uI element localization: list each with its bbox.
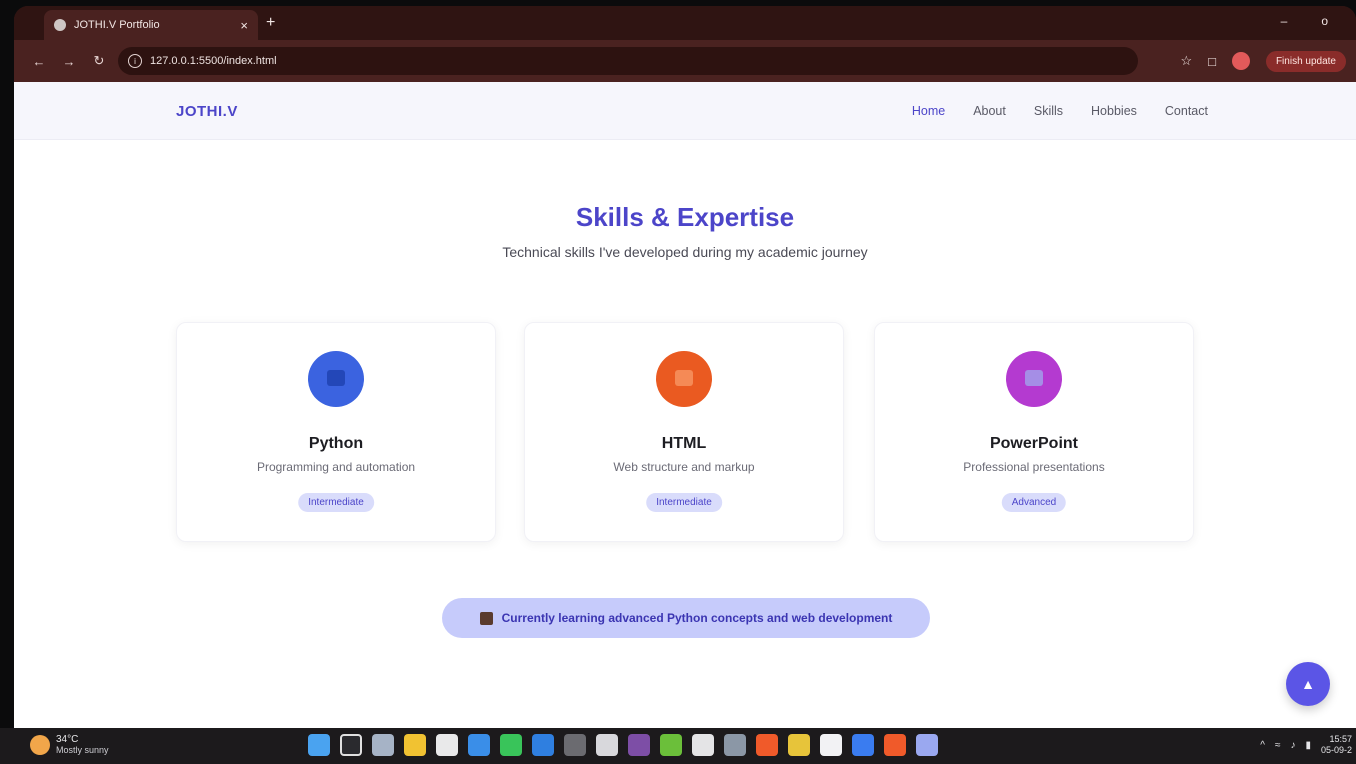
maximize-button[interactable]: o [1321, 14, 1328, 28]
brave-icon[interactable] [756, 734, 778, 756]
date: 05-09-2 [1320, 745, 1352, 755]
skill-card-powerpoint: PowerPoint Professional presentations Ad… [874, 322, 1194, 542]
skill-level-badge: Intermediate [298, 493, 374, 512]
app-icon[interactable] [468, 734, 490, 756]
notepad-icon[interactable] [852, 734, 874, 756]
forward-arrow-icon[interactable]: → [54, 54, 84, 69]
learning-banner: Currently learning advanced Python conce… [442, 598, 930, 638]
app-icon[interactable] [564, 734, 586, 756]
python-icon [308, 351, 364, 407]
site-logo[interactable]: JOTHI.V [176, 103, 238, 120]
app-icon[interactable] [692, 734, 714, 756]
learning-text: Currently learning advanced Python conce… [501, 611, 893, 625]
extensions-icon[interactable]: □ [1208, 54, 1216, 69]
tab-title: JOTHI.V Portfolio [74, 19, 160, 31]
skills-subtitle: Technical skills I've developed during m… [502, 244, 868, 260]
site-navbar: JOTHI.V Home About Skills Hobbies Contac… [14, 82, 1356, 140]
nav-contact[interactable]: Contact [1165, 104, 1208, 118]
chevron-up-icon: ▲ [1301, 676, 1315, 692]
system-tray: ^ ≈ ♪ ▮ 15:57 05-09-2 [1260, 734, 1352, 756]
browser-window: JOTHI.V Portfolio × + – o ← → ↻ i 127.0.… [14, 6, 1356, 728]
skill-level-badge: Intermediate [646, 493, 722, 512]
reload-icon[interactable]: ↻ [84, 53, 114, 69]
tab-portfolio[interactable]: JOTHI.V Portfolio × [44, 10, 258, 40]
skills-heading: Skills & Expertise [575, 202, 795, 232]
url-field[interactable]: i 127.0.0.1:5500/index.html [118, 47, 1138, 75]
skill-card-python: Python Programming and automation Interm… [176, 322, 496, 542]
vscode-icon[interactable] [532, 734, 554, 756]
store-icon[interactable] [436, 734, 458, 756]
web-page: JOTHI.V Home About Skills Hobbies Contac… [14, 82, 1356, 728]
app-icon[interactable] [596, 734, 618, 756]
site-info-icon[interactable]: i [128, 54, 142, 68]
app-icon[interactable] [916, 734, 938, 756]
chevron-up-icon[interactable]: ^ [1260, 740, 1265, 751]
skill-card-html: HTML Web structure and markup Intermedia… [524, 322, 844, 542]
chrome-icon[interactable] [788, 734, 810, 756]
skill-description: Programming and automation [256, 460, 416, 474]
skill-name: PowerPoint [989, 435, 1078, 452]
task-view-icon[interactable] [372, 734, 394, 756]
profile-avatar-icon[interactable] [1231, 52, 1250, 70]
nav-links: Home About Skills Hobbies Contact [912, 104, 1208, 118]
browser-toolbar: ☆ □ Finish update [1180, 50, 1346, 72]
html-icon [656, 351, 712, 407]
bookmark-star-icon[interactable]: ☆ [1180, 53, 1192, 69]
nav-home[interactable]: Home [912, 104, 945, 118]
skill-description: Web structure and markup [613, 460, 755, 474]
weather-widget[interactable]: 34°C Mostly sunny [30, 734, 109, 755]
clock[interactable]: 15:57 05-09-2 [1321, 734, 1352, 756]
taskbar-apps [308, 734, 938, 756]
scroll-to-top-button[interactable]: ▲ [1286, 662, 1330, 706]
battery-icon[interactable]: ▮ [1305, 740, 1311, 751]
skill-description: Professional presentations [963, 460, 1105, 474]
weather-condition: Mostly sunny [56, 745, 109, 755]
search-icon[interactable] [340, 734, 362, 756]
powerpoint-icon [1006, 351, 1062, 407]
new-tab-button[interactable]: + [266, 14, 275, 32]
window-controls: – o [1281, 14, 1328, 28]
file-explorer-icon[interactable] [404, 734, 426, 756]
nav-skills[interactable]: Skills [1034, 104, 1063, 118]
wifi-icon[interactable]: ≈ [1275, 740, 1281, 751]
skill-level-badge: Advanced [1001, 493, 1067, 512]
whatsapp-icon[interactable] [500, 734, 522, 756]
taskbar: 34°C Mostly sunny ^ ≈ ♪ ▮ 15:57 05-09-2 [0, 728, 1356, 764]
skill-name: Python [308, 435, 364, 452]
capcut-icon[interactable] [820, 734, 842, 756]
nav-hobbies[interactable]: Hobbies [1091, 104, 1137, 118]
skill-name: HTML [661, 435, 707, 452]
temperature: 34°C [56, 734, 79, 745]
minimize-button[interactable]: – [1281, 14, 1288, 28]
start-icon[interactable] [308, 734, 330, 756]
volume-icon[interactable]: ♪ [1290, 740, 1295, 751]
finish-update-button[interactable]: Finish update [1265, 50, 1346, 72]
globe-icon [54, 19, 66, 31]
tab-close-icon[interactable]: × [240, 18, 248, 33]
time: 15:57 [1329, 734, 1352, 744]
book-icon [479, 611, 493, 625]
chrome-icon[interactable] [884, 734, 906, 756]
screen: JOTHI.V Portfolio × + – o ← → ↻ i 127.0.… [0, 0, 1356, 764]
back-arrow-icon[interactable]: ← [24, 54, 54, 69]
nav-about[interactable]: About [973, 104, 1006, 118]
settings-icon[interactable] [724, 734, 746, 756]
url-text: 127.0.0.1:5500/index.html [150, 55, 277, 67]
tab-bar: JOTHI.V Portfolio × + – o [14, 6, 1356, 40]
app-icon[interactable] [628, 734, 650, 756]
address-bar: ← → ↻ i 127.0.0.1:5500/index.html ☆ □ Fi… [14, 40, 1356, 82]
weather-sun-icon [30, 734, 50, 755]
nvidia-icon[interactable] [660, 734, 682, 756]
